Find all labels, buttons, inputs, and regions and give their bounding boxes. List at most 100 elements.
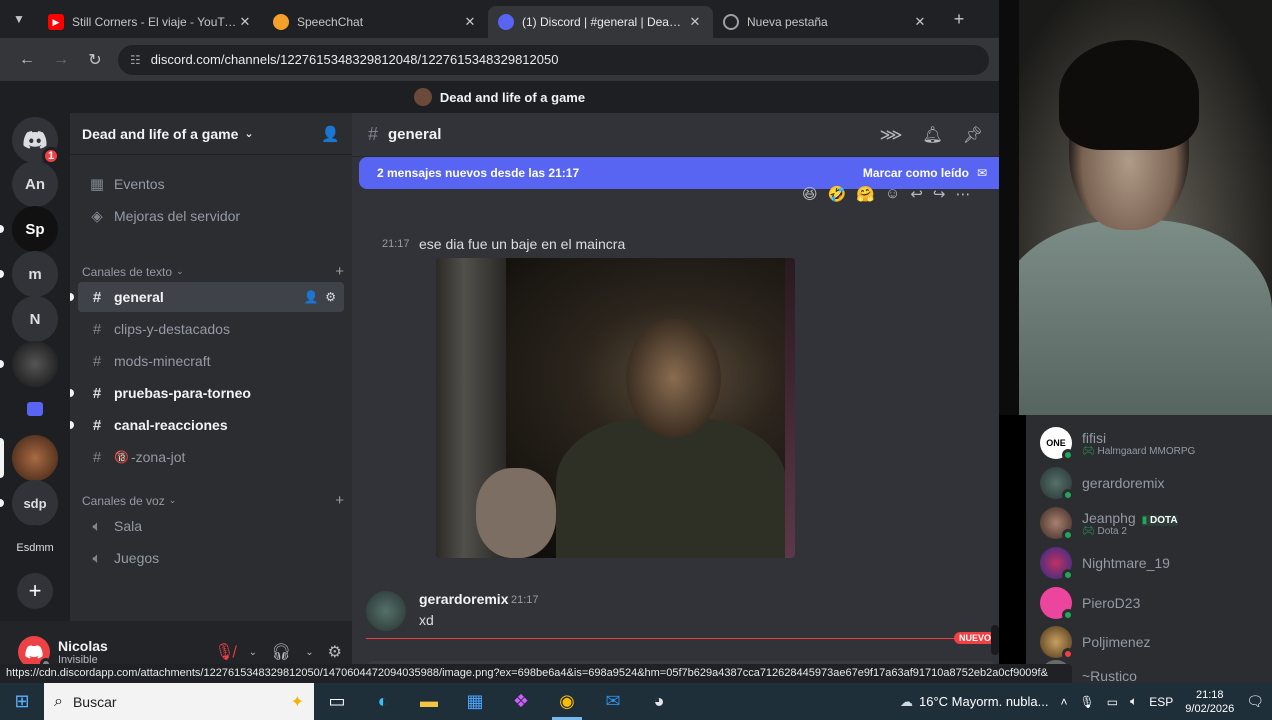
create-channel-plus-icon[interactable]: + — [335, 492, 344, 509]
discord-title-bar: Dead and life of a game — [0, 81, 999, 113]
hash-icon: # — [92, 416, 102, 434]
gear-icon[interactable]: ⚙ — [325, 290, 336, 304]
chevron-up-icon[interactable]: ˄ — [1060, 695, 1067, 709]
back-arrow-icon[interactable]: ← — [10, 51, 44, 69]
message-timestamp: 21:17 — [511, 594, 539, 606]
headphones-icon[interactable]: 🎧︎ — [271, 642, 291, 662]
copilot-icon[interactable]: ❖ — [498, 683, 544, 720]
windows-start-icon[interactable]: ⊞ — [0, 691, 44, 712]
discord-icon — [498, 14, 514, 30]
server-n[interactable]: N — [12, 296, 58, 342]
image-attachment[interactable] — [436, 258, 795, 558]
chat-scrollbar[interactable] — [991, 625, 999, 655]
discord-home-icon[interactable]: 1 — [12, 117, 60, 165]
task-view-icon[interactable]: ▭ — [314, 683, 360, 720]
channel-zona-jot[interactable]: # 🔞 -zona-jot — [78, 442, 344, 472]
invite-icon[interactable]: 👤 — [304, 290, 319, 304]
obs-icon[interactable]: ◕ — [636, 683, 682, 720]
more-options-icon[interactable]: ⋯ — [956, 185, 971, 203]
category-text-channels[interactable]: Canales de texto ⌄ + — [82, 263, 344, 280]
channel-pruebas-para-torneo[interactable]: # pruebas-para-torneo — [70, 378, 344, 408]
forward-icon[interactable]: ↪ — [933, 185, 946, 203]
avatar[interactable] — [366, 591, 406, 631]
chat-area: # general ⋙ 🔔︎ 📌︎ 2 mensajes nuevos desd… — [352, 113, 999, 683]
create-channel-plus-icon[interactable]: + — [335, 263, 344, 280]
server-m[interactable]: m — [0, 251, 58, 297]
server-sp[interactable]: Sp — [0, 206, 58, 252]
close-tab-icon[interactable]: ✕ — [237, 14, 253, 30]
channel-sidebar: Dead and life of a game ⌄ 👤 ▦ Eventos ◈ … — [70, 113, 352, 621]
channel-label: -zona-jot — [130, 449, 186, 465]
mark-read-icon[interactable]: ✉ — [977, 166, 987, 180]
chevron-down-icon[interactable]: ⌄ — [305, 647, 313, 658]
server-sdp[interactable]: sdp — [0, 480, 58, 526]
invite-people-icon[interactable]: 👤 — [321, 125, 340, 143]
reaction-emoji-icon[interactable]: 😆 — [802, 185, 818, 203]
reload-icon[interactable]: ↻ — [78, 50, 112, 70]
forward-arrow-icon[interactable]: → — [44, 51, 78, 69]
server-dead-and-life-of-a-game[interactable] — [0, 435, 58, 481]
threads-icon[interactable]: ⋙ — [880, 125, 903, 145]
voice-channel-juegos[interactable]: 🔈︎ Juegos — [78, 543, 344, 573]
browser-tab-youtube[interactable]: ▶ Still Corners - El viaje - YouTube ✕ — [38, 6, 263, 38]
bell-icon[interactable]: 🔔︎ — [922, 125, 942, 145]
voice-channel-sala[interactable]: 🔈︎ Sala — [78, 511, 344, 541]
message-author[interactable]: gerardoremix — [419, 591, 508, 607]
mark-as-read-button[interactable]: Marcar como leído — [863, 166, 969, 180]
close-tab-icon[interactable]: ✕ — [687, 14, 703, 30]
sidebar-item-mejoras[interactable]: ◈ Mejoras del servidor — [78, 201, 344, 231]
clock[interactable]: 21:18 9/02/2026 — [1185, 688, 1234, 716]
notification-icon[interactable]: 🗨︎ — [1246, 693, 1264, 710]
channel-mods-minecraft[interactable]: # mods-minecraft — [78, 346, 344, 376]
server-esdmm[interactable]: Esdmm — [12, 525, 58, 571]
folder-icon[interactable] — [12, 391, 58, 427]
browser-tab-speechchat[interactable]: SpeechChat ✕ — [263, 6, 488, 38]
user-names[interactable]: Nicolas Invisible — [58, 638, 108, 666]
close-tab-icon[interactable]: ✕ — [912, 14, 928, 30]
outlook-icon[interactable]: ✉ — [590, 683, 636, 720]
member-item[interactable]: Nightmare_19 — [1040, 543, 1270, 583]
reaction-emoji-icon[interactable]: 🤣 — [828, 185, 847, 203]
weather-widget[interactable]: ☁ 16°C Mayorm. nubla... — [900, 694, 1048, 710]
server-header[interactable]: Dead and life of a game ⌄ 👤 — [70, 113, 352, 155]
chrome-icon[interactable]: ◉ — [544, 683, 590, 720]
sidebar-item-eventos[interactable]: ▦ Eventos — [78, 169, 344, 199]
member-item[interactable]: ONE fifisi 🎮︎ Halmgaard MMORPG — [1040, 423, 1270, 463]
network-icon[interactable]: ▭ — [1107, 695, 1118, 709]
reaction-emoji-icon[interactable]: 🤗 — [856, 185, 875, 203]
member-item[interactable]: gerardoremix — [1040, 463, 1270, 503]
category-voice-channels[interactable]: Canales de voz ⌄ + — [82, 492, 344, 509]
chevron-down-icon: ⌄ — [244, 128, 254, 140]
tab-search-chevron-icon[interactable]: ▼ — [0, 0, 38, 38]
member-name: PieroD23 — [1082, 595, 1141, 611]
add-server-icon[interactable]: + — [17, 573, 53, 609]
mic-muted-icon[interactable]: 🎙︎̸ — [214, 642, 234, 662]
member-name: Jeanphg — [1082, 509, 1136, 526]
server-avatar-dark[interactable] — [0, 341, 58, 387]
member-item[interactable]: PieroD23 — [1040, 583, 1270, 623]
pin-icon[interactable]: 📌︎ — [963, 125, 983, 145]
gear-icon[interactable]: ⚙ — [328, 642, 342, 662]
member-item[interactable]: Jeanphg ▮ DOTA 🎮︎ Dota 2 — [1040, 503, 1270, 543]
close-tab-icon[interactable]: ✕ — [462, 14, 478, 30]
reply-icon[interactable]: ↩ — [910, 185, 923, 203]
browser-tab-discord[interactable]: (1) Discord | #general | Dead and life o… — [488, 6, 713, 38]
mic-icon[interactable]: 🎙︎ — [1079, 695, 1094, 709]
channel-canal-reacciones[interactable]: # canal-reacciones — [70, 410, 344, 440]
file-explorer-icon[interactable]: ▬ — [406, 683, 452, 720]
language-indicator[interactable]: ESP — [1149, 695, 1173, 709]
screen: ▼ ▶ Still Corners - El viaje - YouTube ✕… — [0, 0, 1272, 720]
store-icon[interactable]: ▦ — [452, 683, 498, 720]
channel-general[interactable]: # general 👤 ⚙ — [70, 282, 344, 312]
volume-icon[interactable]: 🔈︎ — [1130, 694, 1137, 709]
new-tab-plus-icon[interactable]: + — [944, 9, 974, 30]
browser-tab-new[interactable]: Nueva pestaña ✕ — [713, 6, 938, 38]
chevron-down-icon[interactable]: ⌄ — [249, 647, 257, 658]
server-an[interactable]: An — [12, 161, 58, 207]
address-bar[interactable]: ☷ discord.com/channels/12276153483298120… — [118, 44, 989, 75]
channel-clips-y-destacados[interactable]: # clips-y-destacados — [78, 314, 344, 344]
site-info-icon[interactable]: ☷ — [130, 53, 141, 67]
edge-icon[interactable]: ◐ — [360, 683, 406, 720]
taskbar-search[interactable]: ⌕ Buscar ✦ — [44, 683, 314, 720]
add-reaction-icon[interactable]: ☺ — [885, 185, 900, 203]
